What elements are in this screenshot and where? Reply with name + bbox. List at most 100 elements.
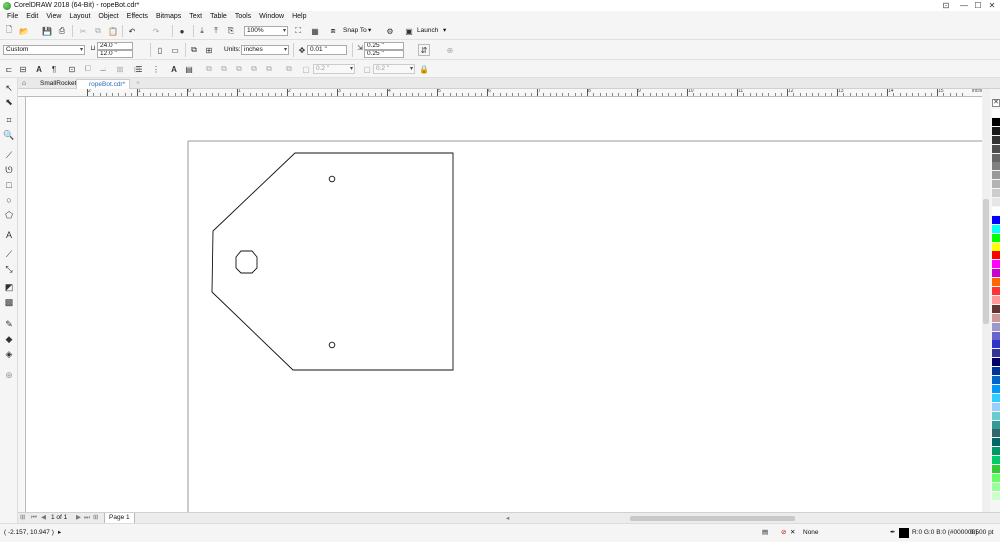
palette-swatch[interactable] — [992, 135, 1000, 144]
simplify-icon[interactable]: ⧉ — [248, 63, 260, 75]
palette-swatch[interactable] — [992, 429, 1000, 438]
paste-icon[interactable]: 📋 — [107, 25, 119, 37]
palette-swatch[interactable] — [992, 411, 1000, 420]
undo-icon[interactable]: ↶ — [126, 25, 138, 37]
artistic-text-icon[interactable]: A — [33, 63, 45, 75]
vertical-ruler[interactable] — [18, 97, 26, 512]
palette-swatch[interactable] — [992, 438, 1000, 447]
mounting-hole-bottom[interactable] — [328, 341, 336, 349]
boundary-icon[interactable]: ⧉ — [283, 63, 295, 75]
combine-icon[interactable]: ⊠ — [114, 63, 126, 75]
menu-tools[interactable]: Tools — [231, 11, 255, 22]
parallel-dimension-icon[interactable]: ⟋ — [3, 248, 15, 260]
palette-swatch[interactable] — [992, 171, 1000, 180]
palette-swatch[interactable] — [992, 126, 1000, 135]
palette-swatch[interactable] — [992, 456, 1000, 465]
align-center-icon[interactable]: ⊟ — [17, 63, 29, 75]
vertical-scrollbar[interactable] — [982, 89, 990, 512]
palette-swatch[interactable] — [992, 162, 1000, 171]
options-gear-icon[interactable]: ⚙ — [384, 25, 396, 37]
units-combo[interactable]: inches — [241, 45, 289, 55]
palette-swatch[interactable] — [992, 242, 1000, 251]
ellipse-tool-icon[interactable]: ○ — [3, 194, 15, 206]
octagon-hole[interactable] — [235, 250, 258, 274]
launch-icon[interactable]: ▣ — [403, 25, 415, 37]
menu-object[interactable]: Object — [94, 11, 122, 22]
interactive-fill-icon[interactable]: ◆ — [3, 333, 15, 345]
palette-swatch[interactable] — [992, 420, 1000, 429]
nudge-distance-field[interactable]: 0.01 " — [307, 45, 347, 55]
search-content-icon[interactable]: ● — [176, 25, 188, 37]
zoom-tool-icon[interactable]: 🔍 — [3, 129, 15, 141]
page-width-field[interactable]: 24.0 " — [97, 42, 133, 50]
group-icon[interactable]: ⧠ — [82, 63, 94, 75]
trim-icon[interactable]: ⧉ — [218, 63, 230, 75]
palette-swatch[interactable] — [992, 482, 1000, 491]
palette-swatch[interactable] — [992, 260, 1000, 269]
first-page-icon[interactable]: ⏮ — [31, 513, 37, 523]
drop-shadow-icon[interactable]: ◩ — [3, 281, 15, 293]
document-color-icon[interactable]: ▤ — [762, 528, 768, 538]
front-minus-back-icon[interactable]: ⧉ — [263, 63, 275, 75]
eyedropper-icon[interactable]: ✎ — [3, 318, 15, 330]
quick-customize-icon[interactable]: ⇵ — [418, 44, 430, 56]
chevron-down-icon[interactable]: ▾ — [368, 26, 371, 36]
open-icon[interactable]: 📂 — [18, 25, 30, 37]
rectangle-tool-icon[interactable]: □ — [3, 179, 15, 191]
show-rulers-icon[interactable]: ▦ — [309, 25, 321, 37]
paragraph-icon[interactable]: ¶ — [48, 63, 60, 75]
intersect-icon[interactable]: ⧉ — [233, 63, 245, 75]
menu-help[interactable]: Help — [288, 11, 310, 22]
palette-swatch[interactable] — [992, 144, 1000, 153]
palette-swatch[interactable] — [992, 331, 1000, 340]
current-page-icon[interactable]: ⊞ — [203, 44, 215, 56]
duplicate-x-field[interactable]: 0.25 " — [364, 42, 404, 50]
artistic-media-icon[interactable]: ᘎ — [3, 164, 15, 176]
portrait-icon[interactable]: ▯ — [154, 44, 166, 56]
corner-radius-a-field[interactable]: 0.2 " — [313, 64, 355, 74]
horizontal-scrollbar[interactable]: ◂ — [506, 514, 998, 523]
launch-dropdown[interactable]: Launch — [417, 26, 438, 36]
palette-swatch[interactable] — [992, 287, 1000, 295]
smart-fill-icon[interactable]: ◈ — [3, 348, 15, 360]
save-icon[interactable]: 💾 — [41, 25, 53, 37]
transform-icon[interactable]: ⊡ — [66, 63, 78, 75]
snap-icon[interactable]: ⧈ — [327, 25, 339, 37]
redo-icon[interactable]: ↷ — [150, 25, 162, 37]
palette-swatch[interactable] — [992, 473, 1000, 482]
palette-swatch[interactable] — [992, 269, 1000, 278]
palette-swatch[interactable] — [992, 367, 1000, 376]
duplicate-y-field[interactable]: 0.25 " — [364, 50, 404, 58]
palette-swatch[interactable] — [992, 384, 1000, 393]
print-icon[interactable]: ⎙ — [56, 25, 68, 37]
page-size-preset-combo[interactable]: Custom — [3, 45, 85, 55]
palette-swatch[interactable] — [992, 340, 1000, 349]
menu-table[interactable]: Table — [206, 11, 231, 22]
no-color-swatch[interactable]: ✕ — [992, 99, 1000, 107]
palette-swatch[interactable] — [992, 465, 1000, 473]
last-page-icon[interactable]: ⏭ — [84, 513, 90, 523]
palette-swatch[interactable] — [992, 117, 1000, 126]
page-tab-1[interactable]: Page 1 — [104, 513, 135, 523]
palette-swatch[interactable] — [992, 349, 1000, 358]
palette-swatch[interactable] — [992, 206, 1000, 215]
page-settings-icon[interactable]: ⊞ — [20, 513, 25, 523]
mounting-hole-top[interactable] — [328, 175, 336, 183]
landscape-icon[interactable]: ▭ — [169, 44, 181, 56]
snap-to-dropdown[interactable]: Snap To — [343, 26, 367, 36]
all-pages-icon[interactable]: ⧉ — [188, 44, 200, 56]
crop-tool-icon[interactable]: ⌗ — [3, 114, 15, 126]
add-toolbar-icon[interactable]: ⊕ — [444, 44, 456, 56]
pick-tool-icon[interactable]: ↖ — [3, 82, 15, 94]
text-tool-icon[interactable]: A — [3, 229, 15, 241]
corner-radius-b-field[interactable]: 0.2 " — [373, 64, 415, 74]
chevron-right-icon[interactable]: ▸ — [58, 528, 61, 538]
corner-icon-2[interactable]: ▢ — [361, 63, 373, 75]
palette-swatch[interactable] — [992, 153, 1000, 162]
add-tool-icon[interactable]: ⊕ — [3, 369, 15, 381]
menu-bitmaps[interactable]: Bitmaps — [152, 11, 185, 22]
horizontal-ruler[interactable]: inches 2 1 0 1 2 3 4 5 6 7 8 9 10 11 12 13 14 15 — [18, 89, 990, 97]
palette-swatch[interactable] — [992, 393, 1000, 402]
new-tab-icon[interactable]: + — [133, 78, 143, 88]
weld-icon[interactable]: ⧉ — [203, 63, 215, 75]
